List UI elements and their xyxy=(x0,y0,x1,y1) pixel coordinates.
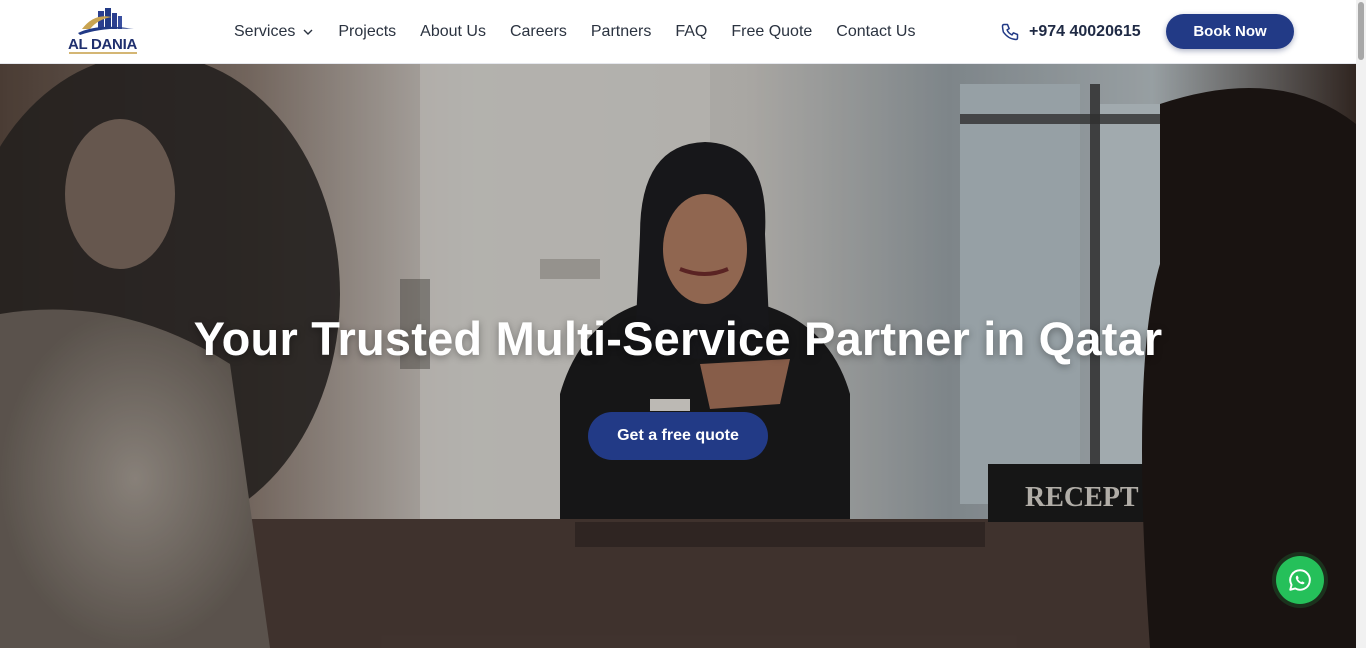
chevron-down-icon xyxy=(303,29,313,35)
buildings-logo-icon xyxy=(78,8,134,35)
phone-icon xyxy=(1001,23,1019,41)
main-nav: Services Projects About Us Careers Partn… xyxy=(234,0,939,64)
nav-item-projects[interactable]: Projects xyxy=(338,23,396,41)
nav-item-contact-us[interactable]: Contact Us xyxy=(836,23,915,41)
phone-number: +974 40020615 xyxy=(1029,23,1141,40)
nav-item-label: Careers xyxy=(509,23,567,40)
nav-item-label: FAQ xyxy=(675,23,708,40)
nav-item-label: Free Quote xyxy=(731,23,813,40)
book-now-button[interactable]: Book Now xyxy=(1166,14,1294,49)
nav-item-partners[interactable]: Partners xyxy=(591,23,651,41)
whatsapp-icon xyxy=(1289,569,1311,591)
scrollbar-thumb[interactable] xyxy=(1358,2,1364,60)
page-scrollbar[interactable] xyxy=(1356,0,1366,648)
nav-item-label: Projects xyxy=(338,23,397,40)
site-header: AL DANIA Services Projects About Us Care… xyxy=(0,0,1356,64)
nav-item-label: Partners xyxy=(590,23,652,40)
nav-item-label: About Us xyxy=(420,23,486,40)
nav-item-services[interactable]: Services xyxy=(234,23,314,41)
nav-item-about-us[interactable]: About Us xyxy=(420,23,486,41)
nav-item-faq[interactable]: FAQ xyxy=(675,23,707,41)
nav-item-label: Contact Us xyxy=(836,23,916,40)
get-free-quote-button[interactable]: Get a free quote xyxy=(588,412,768,460)
nav-item-label: Services xyxy=(234,23,296,40)
nav-item-free-quote[interactable]: Free Quote xyxy=(731,23,812,41)
phone-link[interactable]: +974 40020615 xyxy=(1000,20,1141,44)
brand-logo[interactable]: AL DANIA xyxy=(68,7,138,57)
hero-section: RECEPT Your Trusted Multi-Service Partne… xyxy=(0,64,1356,648)
brand-tagline-rule xyxy=(69,52,137,54)
whatsapp-button[interactable] xyxy=(1276,556,1324,604)
nav-item-careers[interactable]: Careers xyxy=(510,23,567,41)
hero-title: Your Trusted Multi-Service Partner in Qa… xyxy=(193,312,1163,365)
brand-name: AL DANIA xyxy=(68,36,137,53)
